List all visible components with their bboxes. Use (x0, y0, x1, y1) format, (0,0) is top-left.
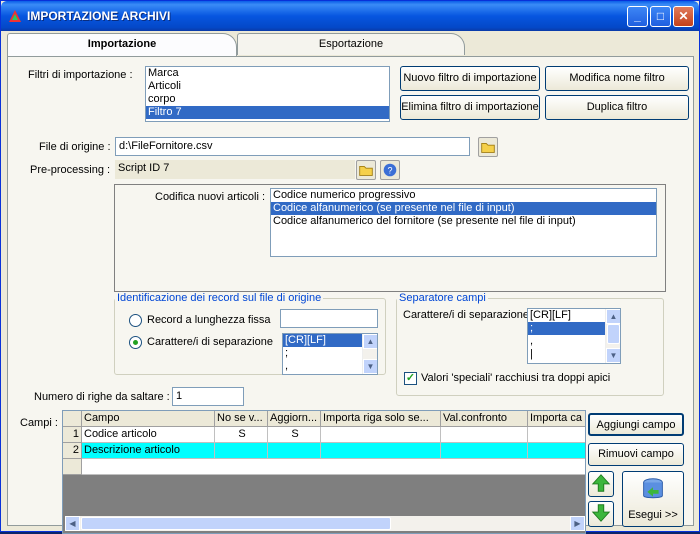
grid-cell[interactable] (268, 443, 321, 459)
run-button[interactable]: Esegui >> (622, 471, 684, 527)
grid-cell[interactable] (441, 427, 528, 443)
fixed-length-label: Record a lunghezza fissa (147, 314, 271, 326)
arrow-up-icon (591, 474, 611, 492)
separator-radio[interactable] (129, 336, 142, 349)
field-separator-list[interactable]: [CR][LF] ; , | ▲ ▼ (527, 308, 621, 364)
row-number (63, 459, 82, 475)
fields-label: Campi : (20, 417, 58, 429)
source-file-input[interactable]: d:\FileFornitore.csv (115, 137, 470, 156)
encoding-label: Codifica nuovi articoli : (155, 191, 266, 203)
list-item[interactable]: Marca (146, 67, 389, 80)
grid-cell[interactable] (321, 443, 441, 459)
special-values-checkbox[interactable]: ✓ (404, 372, 417, 385)
filters-label: Filtri di importazione : (28, 69, 133, 81)
client-area: Importazione Esportazione Filtri di impo… (4, 31, 696, 534)
script-folder-icon[interactable] (356, 160, 376, 180)
separator-label: Carattere/i di separazione (147, 336, 273, 348)
tab-esportazione[interactable]: Esportazione (237, 33, 465, 55)
grid-cell[interactable]: Descrizione articolo (82, 443, 215, 459)
fields-grid[interactable]: Campo No se v... Aggiorn... Importa riga… (62, 410, 586, 534)
special-values-label: Valori 'speciali' racchiusi tra doppi ap… (421, 372, 611, 384)
database-run-icon (643, 478, 663, 499)
help-icon[interactable]: ? (380, 160, 400, 180)
list-item[interactable]: Articoli (146, 80, 389, 93)
row-number: 1 (63, 427, 82, 443)
maximize-button[interactable]: □ (650, 6, 671, 27)
arrow-down-icon (591, 504, 611, 522)
add-field-button[interactable]: Aggiungi campo (588, 413, 684, 436)
scroll-down-icon[interactable]: ▼ (606, 348, 620, 363)
list-item-selected[interactable]: Codice alfanumerico (se presente nel fil… (271, 202, 656, 215)
grid-empty-row[interactable] (82, 459, 585, 475)
column-header[interactable]: Val.confronto (441, 411, 528, 427)
svg-text:?: ? (387, 166, 392, 176)
record-separator-list[interactable]: [CR][LF] ; , ▲ ▼ (282, 333, 378, 375)
grid-cell[interactable] (441, 443, 528, 459)
move-up-button[interactable] (588, 471, 614, 497)
field-separator-legend: Separatore campi (399, 292, 486, 304)
scroll-left-icon[interactable]: ◀ (65, 516, 80, 531)
list-item-selected[interactable]: Filtro 7 (146, 106, 389, 119)
grid-corner (63, 411, 82, 427)
preprocessing-label: Pre-processing : (30, 164, 111, 176)
column-header[interactable]: Aggiorn... (268, 411, 321, 427)
grid-cell[interactable] (215, 443, 268, 459)
scrollbar[interactable]: ▲ ▼ (605, 309, 620, 363)
run-button-label: Esegui >> (628, 509, 678, 521)
column-header[interactable]: Campo (82, 411, 215, 427)
list-item-selected[interactable]: [CR][LF] (283, 334, 362, 347)
column-header[interactable]: Importa ca (528, 411, 585, 427)
delete-filter-button[interactable]: Elimina filtro di importazione (400, 95, 540, 120)
grid-cell[interactable]: Codice articolo (82, 427, 215, 443)
source-file-label: File di origine : (39, 141, 111, 153)
column-header[interactable]: Importa riga solo se... (321, 411, 441, 427)
scroll-up-icon[interactable]: ▲ (363, 334, 377, 349)
field-separator-label: Carattere/i di separazione (403, 309, 529, 321)
close-button[interactable]: ✕ (673, 6, 694, 27)
scroll-thumb[interactable] (607, 324, 620, 344)
list-item[interactable]: corpo (146, 93, 389, 106)
move-down-button[interactable] (588, 501, 614, 527)
record-id-legend: Identificazione dei record sul file di o… (117, 292, 322, 304)
duplicate-filter-button[interactable]: Duplica filtro (545, 95, 689, 120)
row-number: 2 (63, 443, 82, 459)
remove-field-button[interactable]: Rimuovi campo (588, 443, 684, 466)
tab-importazione[interactable]: Importazione (7, 33, 237, 57)
app-icon (9, 10, 21, 22)
preprocessing-value: Script ID 7 (115, 160, 355, 179)
import-panel: Filtri di importazione : Marca Articoli … (7, 56, 694, 534)
list-item[interactable]: Codice numerico progressivo (271, 189, 656, 202)
rename-filter-button[interactable]: Modifica nome filtro (545, 66, 689, 91)
filters-list[interactable]: Marca Articoli corpo Filtro 7 (145, 66, 390, 122)
scroll-up-icon[interactable]: ▲ (606, 309, 620, 324)
scroll-right-icon[interactable]: ▶ (570, 516, 585, 531)
grid-cell[interactable] (528, 443, 585, 459)
skip-rows-label: Numero di righe da saltare : (34, 391, 170, 403)
fixed-length-input[interactable] (280, 309, 378, 328)
horizontal-scrollbar[interactable]: ◀ ▶ (65, 516, 585, 531)
window-title: IMPORTAZIONE ARCHIVI (27, 9, 171, 23)
skip-rows-input[interactable]: 1 (172, 387, 244, 406)
column-header[interactable]: No se v... (215, 411, 268, 427)
scroll-down-icon[interactable]: ▼ (363, 359, 377, 374)
fixed-length-radio[interactable] (129, 314, 142, 327)
list-item[interactable]: Codice alfanumerico del fornitore (se pr… (271, 215, 656, 228)
browse-folder-icon[interactable] (478, 137, 498, 157)
list-item-selected[interactable]: ; (528, 322, 605, 335)
title-bar[interactable]: IMPORTAZIONE ARCHIVI _ □ ✕ (1, 1, 699, 31)
scroll-thumb[interactable] (81, 517, 391, 530)
scrollbar[interactable]: ▲ ▼ (362, 334, 377, 374)
main-window: IMPORTAZIONE ARCHIVI _ □ ✕ Importazione … (0, 0, 700, 534)
grid-cell[interactable] (528, 427, 585, 443)
grid-cell[interactable] (321, 427, 441, 443)
grid-cell[interactable]: S (268, 427, 321, 443)
grid-cell[interactable]: S (215, 427, 268, 443)
new-filter-button[interactable]: Nuovo filtro di importazione (400, 66, 540, 91)
minimize-button[interactable]: _ (627, 6, 648, 27)
encoding-list[interactable]: Codice numerico progressivo Codice alfan… (270, 188, 657, 257)
